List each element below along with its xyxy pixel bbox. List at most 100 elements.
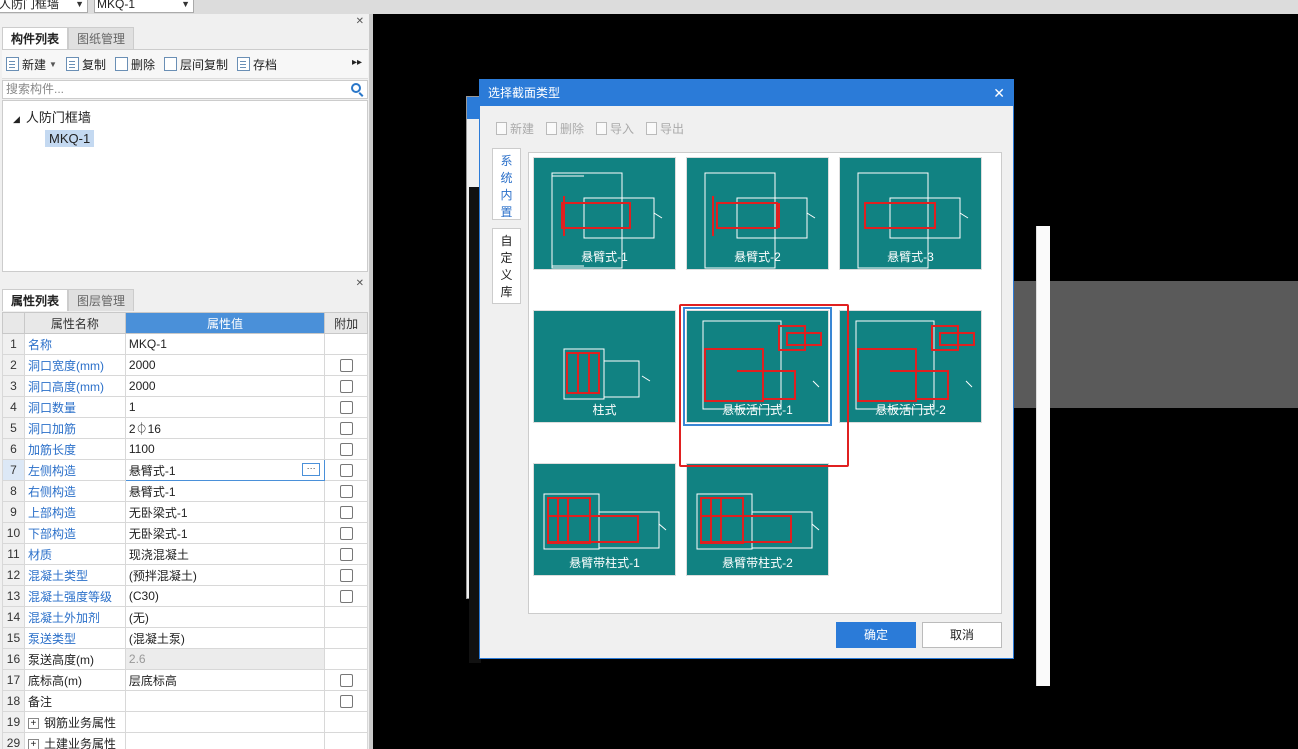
property-value[interactable]: (预拌混凝土) <box>124 564 326 586</box>
section-cantilever-2[interactable]: 悬臂式-2 <box>686 157 829 270</box>
expand-plus-icon[interactable]: + <box>27 738 39 749</box>
property-value[interactable]: (无) <box>124 606 326 628</box>
table-row[interactable]: 11 材质 现浇混凝土 <box>2 543 368 565</box>
add-checkbox[interactable] <box>339 443 353 457</box>
dialog-new-button[interactable]: 新建 <box>496 120 534 137</box>
property-value[interactable]: 2000 <box>124 354 326 376</box>
property-value[interactable]: 无卧梁式-1 <box>124 522 326 544</box>
property-value[interactable]: 2000 <box>124 375 326 397</box>
tab-component-list[interactable]: 构件列表 <box>2 27 69 49</box>
section-label: 悬臂式-1 <box>581 250 628 264</box>
add-checkbox[interactable] <box>339 590 353 604</box>
dialog-import-button[interactable]: 导入 <box>596 120 634 137</box>
table-row[interactable]: 2 洞口宽度(mm) 2000 <box>2 354 368 376</box>
table-row[interactable]: 12 混凝土类型 (预拌混凝土) <box>2 564 368 586</box>
section-column[interactable]: 柱式 <box>533 310 676 423</box>
table-row[interactable]: 9 上部构造 无卧梁式-1 <box>2 501 368 523</box>
add-checkbox[interactable] <box>339 695 353 709</box>
table-row[interactable]: 7 左侧构造 悬臂式-1 ··· <box>2 459 368 481</box>
section-cantilever-column-1[interactable]: 悬臂带柱式-1 <box>533 463 676 576</box>
add-checkbox[interactable] <box>339 548 353 562</box>
property-value[interactable]: 无卧梁式-1 <box>124 501 326 523</box>
archive-button[interactable]: 存档 <box>236 56 277 73</box>
new-button[interactable]: 新建 ▼ <box>6 56 57 73</box>
table-row[interactable]: 15 泵送类型 (混凝土泵) <box>2 627 368 649</box>
property-value[interactable]: 悬臂式-1 <box>124 480 326 502</box>
table-row[interactable]: 18 备注 <box>2 690 368 712</box>
property-value[interactable]: 1 <box>124 396 326 418</box>
cancel-button[interactable]: 取消 <box>922 622 1002 648</box>
section-hanging-door-2[interactable]: 悬板活门式-2 <box>839 310 982 423</box>
section-cantilever-3[interactable]: 悬臂式-3 <box>839 157 982 270</box>
search-icon[interactable] <box>351 83 361 93</box>
add-checkbox[interactable] <box>339 401 353 415</box>
property-name-cell[interactable]: + 钢筋业务属性 <box>23 711 126 733</box>
ok-button[interactable]: 确定 <box>836 622 916 648</box>
expand-plus-icon[interactable]: + <box>27 717 39 729</box>
floor-combo[interactable]: 人防门框墙 ▼ <box>0 0 88 13</box>
component-combo[interactable]: MKQ-1 ▼ <box>94 0 194 13</box>
expand-triangle-icon[interactable]: ◢ <box>13 114 20 124</box>
chevron-down-icon: ▼ <box>181 0 190 9</box>
tab-property-list[interactable]: 属性列表 <box>2 289 69 311</box>
table-row[interactable]: 19 + 钢筋业务属性 <box>2 711 368 733</box>
tree-item-mkq-1[interactable]: MKQ-1 <box>45 130 95 147</box>
table-row[interactable]: 5 洞口加筋 2⏀16 <box>2 417 368 439</box>
tree-root[interactable]: ◢ 人防门框墙 <box>13 107 91 126</box>
tab-drawing-management[interactable]: 图纸管理 <box>68 27 135 49</box>
search-input[interactable]: 搜索构件... <box>2 80 368 99</box>
property-name: 泵送类型 <box>27 631 76 646</box>
table-row[interactable]: 29 + 土建业务属性 <box>2 732 368 749</box>
section-cantilever-column-2[interactable]: 悬臂带柱式-2 <box>686 463 829 576</box>
table-row[interactable]: 1 名称 MKQ-1 <box>2 333 368 355</box>
section-cantilever-1[interactable]: 悬臂式-1 <box>533 157 676 270</box>
more-icon[interactable]: ▸▸ <box>352 57 362 68</box>
add-checkbox[interactable] <box>339 527 353 541</box>
close-icon[interactable]: ✕ <box>993 80 1005 106</box>
add-checkbox[interactable] <box>339 464 353 478</box>
tab-system-builtin[interactable]: 系统内置 <box>492 148 521 220</box>
table-row[interactable]: 16 泵送高度(m) 2.6 <box>2 648 368 670</box>
table-row[interactable]: 10 下部构造 无卧梁式-1 <box>2 522 368 544</box>
property-value[interactable]: MKQ-1 <box>124 333 326 355</box>
add-checkbox[interactable] <box>339 674 353 688</box>
add-checkbox[interactable] <box>339 506 353 520</box>
property-value[interactable] <box>124 690 326 712</box>
property-value[interactable]: (混凝土泵) <box>124 627 326 649</box>
property-value[interactable]: 层底标高 <box>124 669 326 691</box>
tab-layer-management[interactable]: 图层管理 <box>68 289 135 311</box>
copy-button[interactable]: 复制 <box>65 56 106 73</box>
table-row[interactable]: 17 底标高(m) 层底标高 <box>2 669 368 691</box>
tab-custom-library[interactable]: 自定义库 <box>492 228 521 304</box>
property-value[interactable]: 悬臂式-1 ··· <box>124 459 326 481</box>
row-number: 18 <box>2 690 25 712</box>
close-icon[interactable]: ✕ <box>356 16 364 27</box>
property-value[interactable]: 2⏀16 <box>124 417 326 439</box>
property-value[interactable] <box>124 711 326 733</box>
add-checkbox[interactable] <box>339 359 353 373</box>
table-row[interactable]: 14 混凝土外加剂 (无) <box>2 606 368 628</box>
add-checkbox[interactable] <box>339 422 353 436</box>
property-value[interactable]: 1100 <box>124 438 326 460</box>
ellipsis-button[interactable]: ··· <box>302 463 321 476</box>
add-checkbox[interactable] <box>339 380 353 394</box>
property-name-cell[interactable]: + 土建业务属性 <box>23 732 126 749</box>
property-name: 底标高(m) <box>27 673 82 688</box>
add-checkbox[interactable] <box>339 569 353 583</box>
dialog-delete-button[interactable]: 删除 <box>546 120 584 137</box>
delete-button[interactable]: 删除 <box>114 56 155 73</box>
property-value[interactable] <box>124 732 326 749</box>
table-row[interactable]: 4 洞口数量 1 <box>2 396 368 418</box>
property-value[interactable]: 现浇混凝土 <box>124 543 326 565</box>
property-value[interactable]: (C30) <box>124 585 326 607</box>
table-row[interactable]: 8 右侧构造 悬臂式-1 <box>2 480 368 502</box>
table-row[interactable]: 13 混凝土强度等级 (C30) <box>2 585 368 607</box>
table-row[interactable]: 3 洞口高度(mm) 2000 <box>2 375 368 397</box>
close-icon[interactable]: ✕ <box>356 278 364 289</box>
dialog-export-button[interactable]: 导出 <box>646 120 684 137</box>
add-checkbox[interactable] <box>339 485 353 499</box>
vertical-scrollbar[interactable] <box>1036 226 1050 686</box>
floor-copy-button[interactable]: 层间复制 <box>163 56 228 73</box>
table-row[interactable]: 6 加筋长度 1100 <box>2 438 368 460</box>
panel-splitter[interactable] <box>369 14 373 749</box>
